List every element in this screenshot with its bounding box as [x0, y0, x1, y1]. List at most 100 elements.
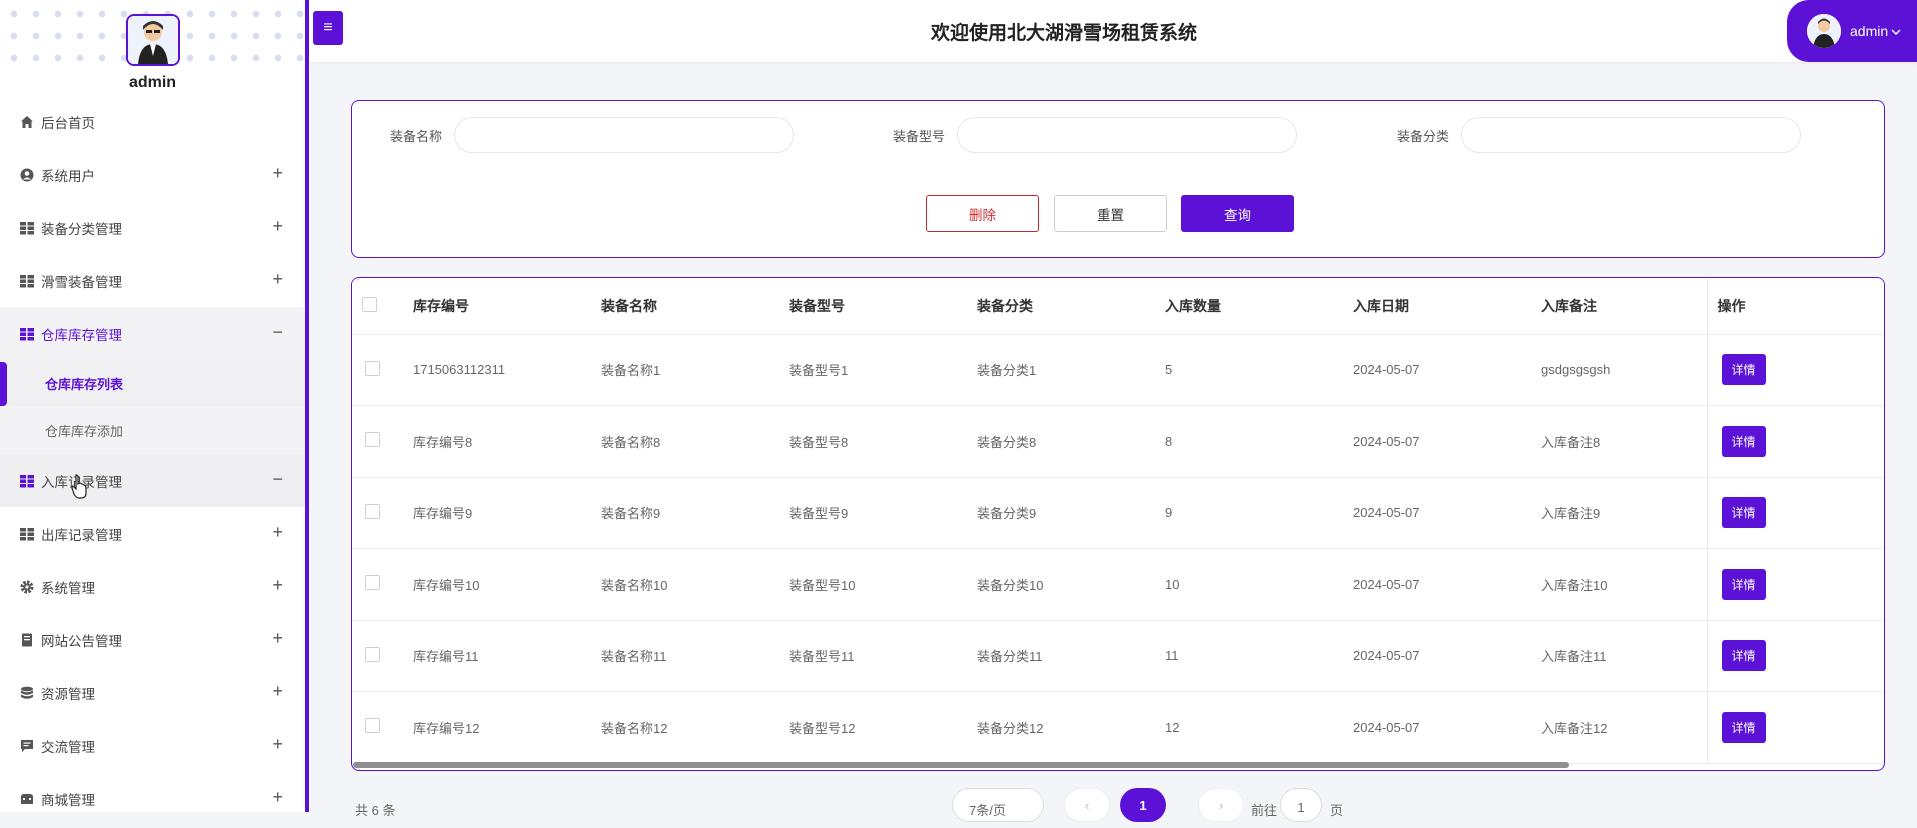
- grid-icon: [19, 273, 35, 289]
- expand-icon: +: [272, 269, 283, 289]
- detail-button[interactable]: 详情: [1721, 568, 1766, 600]
- cell-equipment-name: 装备名称10: [601, 548, 789, 621]
- table-row: 库存编号10 装备名称10 装备型号10 装备分类10 10 2024-05-0…: [352, 548, 1884, 621]
- cell-equipment-name: 装备名称8: [601, 405, 789, 478]
- total-count: 共 6 条: [355, 803, 396, 818]
- user-menu[interactable]: admin: [1787, 0, 1917, 62]
- column-header[interactable]: 装备分类: [977, 278, 1165, 335]
- sidebar-item-ski-equipment[interactable]: 滑雪装备管理 +: [0, 254, 305, 307]
- query-button[interactable]: 查询: [1181, 195, 1294, 232]
- cell-inbound-quantity: 9: [1165, 477, 1353, 549]
- sidebar-item-communication[interactable]: 交流管理 +: [0, 719, 305, 772]
- cell-stock-id: 1715063112311: [413, 334, 601, 406]
- cell-equipment-category: 装备分类12: [977, 691, 1165, 764]
- sidebar-item-label: 交流管理: [41, 739, 95, 755]
- detail-button[interactable]: 详情: [1721, 425, 1766, 457]
- page-size-select[interactable]: 7条/页: [952, 788, 1044, 822]
- sidebar-subitem-label: 仓库库存添加: [45, 424, 124, 439]
- sidebar-item-announcements[interactable]: 网站公告管理 +: [0, 613, 305, 666]
- expand-icon: +: [272, 734, 283, 754]
- goto-page-input[interactable]: 1: [1280, 788, 1322, 822]
- sidebar-item-label: 资源管理: [41, 686, 95, 702]
- row-checkbox[interactable]: [365, 432, 380, 448]
- cell-equipment-name: 装备名称11: [601, 620, 789, 692]
- cell-inbound-quantity: 12: [1165, 691, 1353, 764]
- chevron-down-icon: [1891, 23, 1901, 39]
- sidebar-item-shop[interactable]: 商城管理 +: [0, 772, 305, 812]
- home-icon: [19, 114, 35, 130]
- column-header[interactable]: 装备型号: [789, 278, 977, 335]
- select-all-checkbox[interactable]: [362, 296, 377, 312]
- cell-stock-id: 库存编号8: [413, 405, 601, 478]
- user-avatar: [1807, 14, 1841, 48]
- table-row: 库存编号9 装备名称9 装备型号9 装备分类9 9 2024-05-07 入库备…: [352, 477, 1884, 549]
- sidebar-item-resources[interactable]: 资源管理 +: [0, 666, 305, 719]
- sidebar-item-warehouse-stock[interactable]: 仓库库存管理 −: [0, 307, 305, 360]
- row-checkbox[interactable]: [365, 718, 380, 734]
- equipment-name-input[interactable]: [454, 117, 795, 153]
- sidebar-username: admin: [128, 74, 177, 91]
- cell-equipment-name: 装备名称12: [601, 691, 789, 764]
- detail-button[interactable]: 详情: [1721, 497, 1766, 529]
- current-page-button[interactable]: 1: [1120, 788, 1166, 822]
- field-label: 装备分类: [1397, 128, 1450, 144]
- cell-equipment-model: 装备型号8: [789, 405, 977, 478]
- column-header[interactable]: 装备名称: [601, 278, 789, 335]
- column-header[interactable]: 入库数量: [1165, 278, 1353, 335]
- row-checkbox[interactable]: [365, 646, 380, 662]
- sidebar-item-label: 系统用户: [41, 168, 95, 184]
- cell-inbound-quantity: 11: [1165, 620, 1353, 692]
- cell-inbound-quantity: 8: [1165, 405, 1353, 478]
- equipment-name-field: 装备名称: [390, 117, 795, 153]
- delete-button[interactable]: 删除: [926, 195, 1039, 232]
- next-page-button[interactable]: ›: [1198, 788, 1244, 822]
- sidebar-item-label: 出库记录管理: [41, 527, 122, 543]
- search-panel: 装备名称 装备型号 装备分类 删除 重置 查询: [351, 100, 1885, 258]
- cell-stock-id: 库存编号11: [413, 620, 601, 692]
- column-header[interactable]: 入库备注: [1541, 278, 1707, 335]
- table-row: 库存编号8 装备名称8 装备型号8 装备分类8 8 2024-05-07 入库备…: [352, 405, 1884, 478]
- avatar[interactable]: [126, 14, 180, 66]
- row-checkbox[interactable]: [365, 503, 380, 519]
- row-checkbox[interactable]: [365, 575, 380, 591]
- page-suffix-label: 页: [1330, 803, 1344, 818]
- horizontal-scrollbar[interactable]: [353, 762, 1569, 768]
- expand-icon: +: [272, 575, 283, 595]
- expand-icon: +: [272, 787, 283, 807]
- data-table-panel: 库存编号 装备名称 装备型号 装备分类 入库数量 入库日期 入库备注 操作 17…: [351, 277, 1885, 771]
- detail-button[interactable]: 详情: [1721, 640, 1766, 672]
- cell-inbound-remark: 入库备注11: [1541, 620, 1707, 692]
- sidebar-item-home[interactable]: 后台首页: [0, 95, 305, 148]
- sidebar-item-equipment-category[interactable]: 装备分类管理 +: [0, 201, 305, 254]
- column-header[interactable]: 库存编号: [413, 278, 601, 335]
- equipment-model-field: 装备型号: [893, 117, 1298, 153]
- sidebar: admin 后台首页 系统用户 + 装备分类管理 + 滑雪装备管理 + 仓库库存…: [0, 0, 309, 812]
- topbar: ≡ 欢迎使用北大湖滑雪场租赁系统 admin: [309, 0, 1917, 62]
- grid-icon: [19, 473, 35, 489]
- table-row: 库存编号11 装备名称11 装备型号11 装备分类11 11 2024-05-0…: [352, 620, 1884, 692]
- cell-equipment-name: 装备名称9: [601, 477, 789, 549]
- equipment-model-input[interactable]: [957, 117, 1298, 153]
- cell-inbound-date: 2024-05-07: [1353, 405, 1541, 478]
- sidebar-item-system-management[interactable]: 系统管理 +: [0, 560, 305, 613]
- goto-label: 前往: [1251, 803, 1278, 818]
- detail-button[interactable]: 详情: [1721, 711, 1766, 743]
- sidebar-item-system-users[interactable]: 系统用户 +: [0, 148, 305, 201]
- equipment-category-input[interactable]: [1461, 117, 1802, 153]
- document-icon: [19, 632, 35, 648]
- sidebar-subitem-stock-add[interactable]: 仓库库存添加: [0, 407, 305, 454]
- sidebar-item-outbound-records[interactable]: 出库记录管理 +: [0, 507, 305, 560]
- column-header[interactable]: 入库日期: [1353, 278, 1541, 335]
- sidebar-item-inbound-records[interactable]: 入库记录管理 −: [0, 454, 305, 507]
- user-name: admin: [1850, 23, 1889, 39]
- cell-equipment-category: 装备分类9: [977, 477, 1165, 549]
- cell-equipment-model: 装备型号11: [789, 620, 977, 692]
- detail-button[interactable]: 详情: [1721, 354, 1766, 386]
- prev-page-button[interactable]: ‹: [1064, 788, 1110, 822]
- reset-button[interactable]: 重置: [1054, 195, 1167, 232]
- row-checkbox[interactable]: [365, 360, 380, 376]
- cell-inbound-date: 2024-05-07: [1353, 691, 1541, 764]
- sidebar-item-label: 网站公告管理: [41, 633, 122, 649]
- sidebar-subitem-stock-list[interactable]: 仓库库存列表: [0, 360, 305, 407]
- cell-inbound-date: 2024-05-07: [1353, 548, 1541, 621]
